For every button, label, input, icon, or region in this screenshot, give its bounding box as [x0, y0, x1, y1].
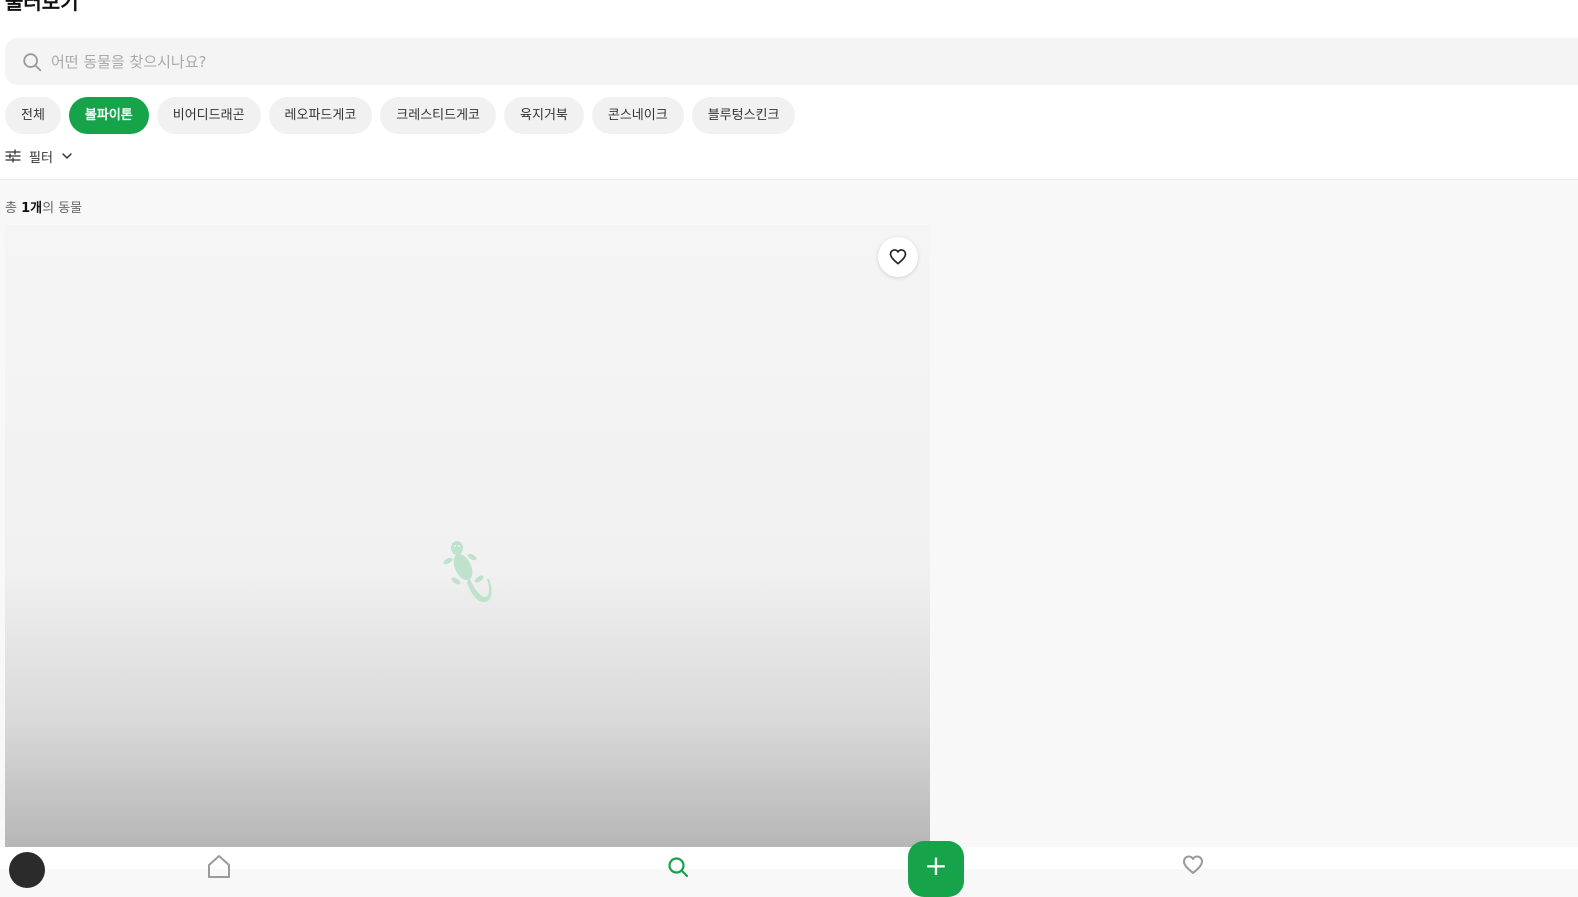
chip-crested-gecko[interactable]: 크레스티드게코: [380, 97, 497, 134]
results-count: 총 1개의 동물: [5, 197, 82, 216]
chip-corn-snake[interactable]: 콘스네이크: [591, 97, 684, 134]
results-prefix: 총: [5, 201, 22, 216]
heart-icon: [889, 249, 907, 265]
search-icon[interactable]: [666, 855, 690, 879]
chevron-down-icon: [62, 153, 72, 159]
sliders-icon: [5, 149, 21, 163]
results-suffix: 의 동물: [42, 201, 83, 216]
category-chips: 전체 볼파이톤 비어디드래곤 레오파드게코 크레스티드게코 육지거북 콘스네이크…: [5, 97, 796, 134]
home-icon[interactable]: [206, 853, 232, 879]
chip-ball-python[interactable]: 볼파이톤: [68, 97, 149, 134]
page-title: 둘러보기: [5, 0, 79, 14]
chip-leopard-gecko[interactable]: 레오파드게코: [268, 97, 373, 134]
top-section: 둘러보기 전체 볼파이톤 비어디드래곤 레오파드게코 크레스티드게코 육지거북 …: [0, 0, 1578, 180]
favorite-button[interactable]: [878, 237, 918, 277]
gecko-icon: [443, 541, 492, 603]
chip-tortoise[interactable]: 육지거북: [504, 97, 584, 134]
add-button[interactable]: +: [908, 841, 964, 897]
animal-card[interactable]: [5, 225, 930, 847]
bottom-nav: +: [0, 841, 1578, 897]
chip-all[interactable]: 전체: [5, 97, 61, 134]
avatar[interactable]: [9, 852, 45, 888]
chip-bearded-dragon[interactable]: 비어디드래곤: [156, 97, 261, 134]
chip-blue-tongue-skink[interactable]: 블루텅스킨크: [691, 97, 796, 134]
search-input[interactable]: [51, 38, 651, 85]
filter-label: 필터: [29, 150, 53, 166]
search-bar[interactable]: [5, 38, 1578, 85]
heart-icon[interactable]: [1181, 853, 1205, 877]
search-icon: [23, 53, 42, 72]
filter-button[interactable]: 필터: [5, 145, 73, 167]
results-number: 1개: [21, 201, 43, 216]
